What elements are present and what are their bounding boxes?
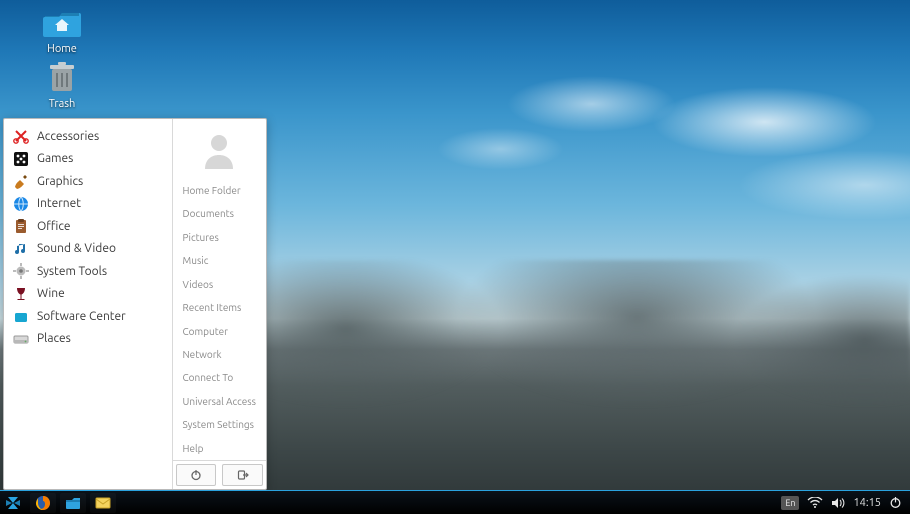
die-icon bbox=[13, 151, 29, 167]
category-label: Office bbox=[37, 220, 71, 233]
category-label: Wine bbox=[37, 287, 65, 300]
power-icon bbox=[889, 496, 902, 509]
category-label: Places bbox=[37, 332, 71, 345]
bag-icon bbox=[13, 308, 29, 324]
rlink-home-folder[interactable]: Home Folder bbox=[173, 179, 266, 202]
category-label: Games bbox=[37, 152, 73, 165]
home-folder-icon bbox=[42, 5, 82, 41]
start-menu-footer bbox=[173, 460, 266, 489]
category-graphics[interactable]: Graphics bbox=[4, 170, 172, 193]
firefox-launcher[interactable] bbox=[30, 493, 56, 513]
desktop-icon-label: Home bbox=[30, 43, 94, 55]
category-label: Accessories bbox=[37, 130, 99, 143]
category-label: Internet bbox=[37, 197, 81, 210]
files-launcher[interactable] bbox=[60, 493, 86, 513]
clipboard-icon bbox=[13, 218, 29, 234]
user-avatar-icon bbox=[199, 129, 239, 169]
clock[interactable]: 14:15 bbox=[853, 497, 881, 509]
zorin-logo-icon bbox=[4, 494, 22, 512]
rlink-pictures[interactable]: Pictures bbox=[173, 226, 266, 249]
power-menu-button[interactable] bbox=[176, 464, 217, 486]
rlink-network[interactable]: Network bbox=[173, 343, 266, 366]
language-indicator[interactable]: En bbox=[781, 496, 799, 510]
trash-icon bbox=[42, 60, 82, 96]
wifi-icon bbox=[807, 497, 823, 509]
category-office[interactable]: Office bbox=[4, 215, 172, 238]
category-label: System Tools bbox=[37, 265, 107, 278]
category-wine[interactable]: Wine bbox=[4, 283, 172, 306]
session-power-button[interactable] bbox=[889, 496, 902, 509]
scissors-icon bbox=[13, 128, 29, 144]
category-label: Sound & Video bbox=[37, 242, 116, 255]
mail-icon bbox=[95, 495, 111, 511]
start-menu-categories: Accessories Games Graphics Internet Offi bbox=[4, 119, 173, 489]
category-games[interactable]: Games bbox=[4, 148, 172, 171]
rlink-help[interactable]: Help bbox=[173, 437, 266, 460]
power-icon bbox=[190, 469, 202, 481]
category-software-center[interactable]: Software Center bbox=[4, 305, 172, 328]
category-label: Software Center bbox=[37, 310, 126, 323]
mail-launcher[interactable] bbox=[90, 493, 116, 513]
rlink-computer[interactable]: Computer bbox=[173, 320, 266, 343]
logout-menu-button[interactable] bbox=[222, 464, 263, 486]
trash-desktop-icon[interactable]: Trash bbox=[30, 60, 94, 110]
clock-text: 14:15 bbox=[853, 497, 881, 509]
category-internet[interactable]: Internet bbox=[4, 193, 172, 216]
category-accessories[interactable]: Accessories bbox=[4, 125, 172, 148]
rlink-videos[interactable]: Videos bbox=[173, 273, 266, 296]
rlink-recent-items[interactable]: Recent Items bbox=[173, 296, 266, 319]
taskbar-launchers bbox=[28, 491, 118, 514]
drive-icon bbox=[13, 331, 29, 347]
rlink-system-settings[interactable]: System Settings bbox=[173, 413, 266, 436]
firefox-icon bbox=[35, 495, 51, 511]
category-sound-video[interactable]: Sound & Video bbox=[4, 238, 172, 261]
start-button[interactable] bbox=[0, 491, 26, 514]
start-menu: Accessories Games Graphics Internet Offi bbox=[3, 118, 267, 490]
rlink-connect-to[interactable]: Connect To bbox=[173, 366, 266, 389]
home-desktop-icon[interactable]: Home bbox=[30, 5, 94, 55]
rlink-music[interactable]: Music bbox=[173, 249, 266, 272]
gear-icon bbox=[13, 263, 29, 279]
network-indicator[interactable] bbox=[807, 497, 823, 509]
category-label: Graphics bbox=[37, 175, 83, 188]
taskbar: En 14:15 bbox=[0, 490, 910, 514]
rlink-universal-access[interactable]: Universal Access bbox=[173, 390, 266, 413]
start-menu-places: Home Folder Documents Pictures Music Vid… bbox=[173, 119, 266, 489]
category-places[interactable]: Places bbox=[4, 328, 172, 351]
logout-icon bbox=[237, 469, 249, 481]
music-icon bbox=[13, 241, 29, 257]
category-system-tools[interactable]: System Tools bbox=[4, 260, 172, 283]
volume-icon bbox=[831, 497, 845, 509]
system-tray: En 14:15 bbox=[781, 496, 910, 510]
paintbrush-icon bbox=[13, 173, 29, 189]
rlink-documents[interactable]: Documents bbox=[173, 202, 266, 225]
volume-indicator[interactable] bbox=[831, 497, 845, 509]
folder-icon bbox=[65, 495, 81, 511]
desktop-icon-label: Trash bbox=[30, 98, 94, 110]
wine-icon bbox=[13, 286, 29, 302]
globe-icon bbox=[13, 196, 29, 212]
language-badge: En bbox=[781, 496, 799, 510]
